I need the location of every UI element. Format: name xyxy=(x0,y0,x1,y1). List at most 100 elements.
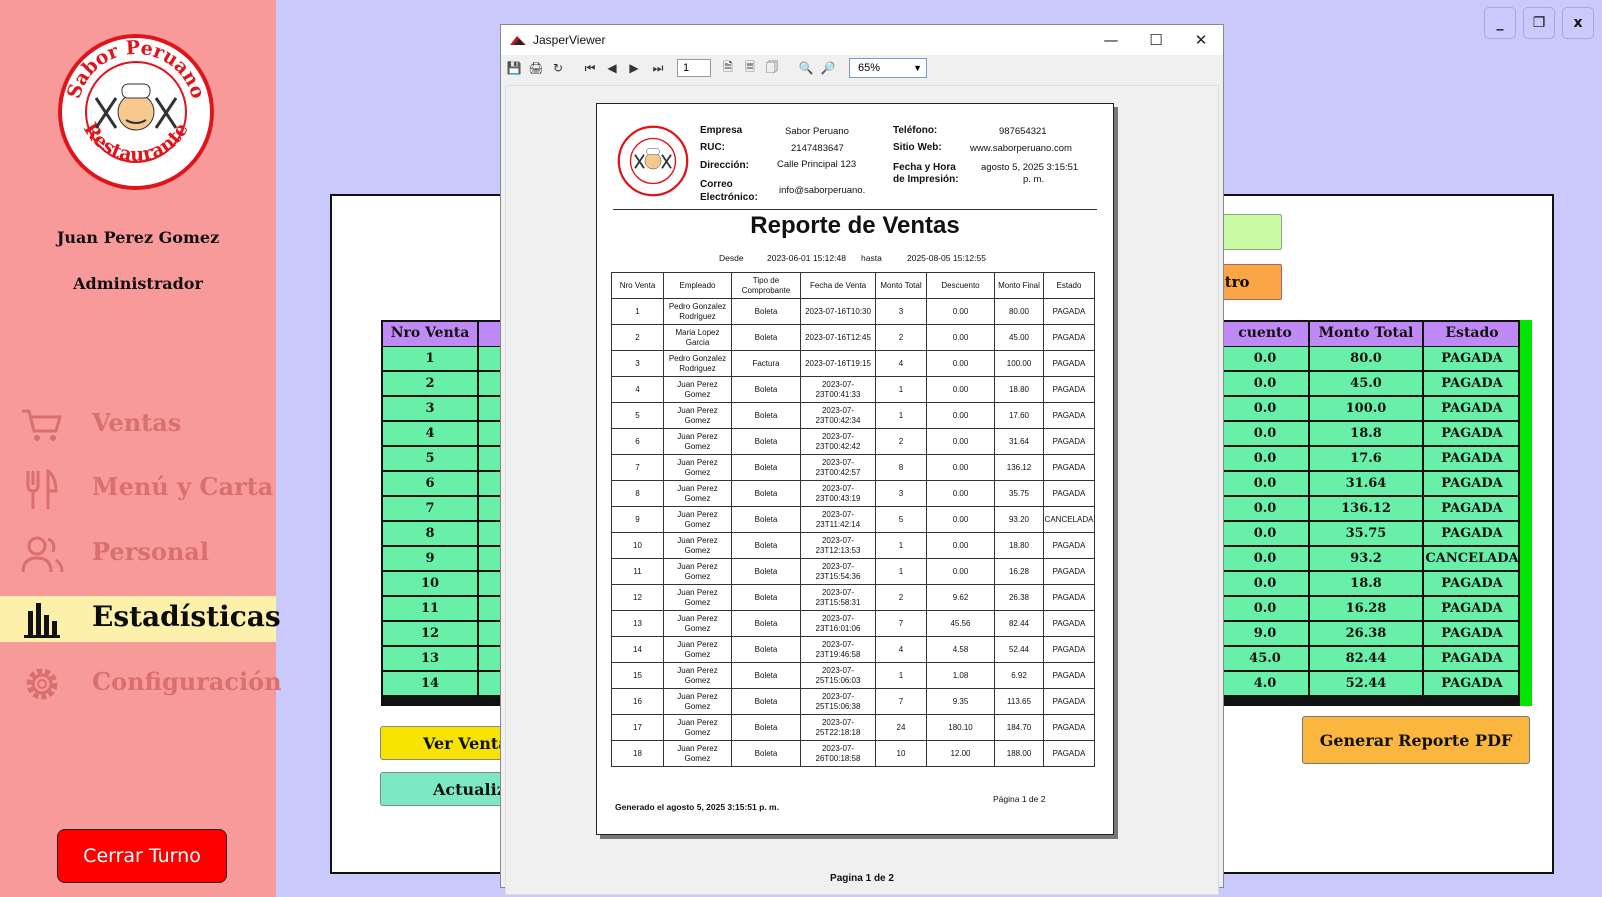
jasper-maximize-button[interactable]: ☐ xyxy=(1136,29,1176,51)
table-cell-nro-venta[interactable]: 2 xyxy=(383,372,477,395)
table-cell[interactable]: 93.2 xyxy=(1310,547,1422,570)
table-cell[interactable]: 0.0 xyxy=(1222,447,1308,470)
table-cell[interactable]: CANCELADA xyxy=(1424,547,1520,570)
table-cell[interactable]: PAGADA xyxy=(1424,497,1520,520)
table-cell[interactable]: 18.8 xyxy=(1310,572,1422,595)
table-cell[interactable]: 0.0 xyxy=(1222,547,1308,570)
table-cell[interactable]: PAGADA xyxy=(1424,672,1520,695)
table-header-cell[interactable]: cuento Total xyxy=(1222,322,1308,364)
table-cell[interactable]: 9.0 xyxy=(1222,622,1308,645)
table-cell[interactable]: 136.12 xyxy=(1310,497,1422,520)
previous-page-icon[interactable]: ◀ xyxy=(603,59,621,77)
zoom-out-icon[interactable]: 🔎 xyxy=(819,59,837,77)
table-cell-nro-venta[interactable]: 1 xyxy=(383,347,477,370)
table-cell[interactable]: PAGADA xyxy=(1424,397,1520,420)
fit-width-icon[interactable]: 🗍 xyxy=(763,59,781,77)
jasper-close-button[interactable]: ✕ xyxy=(1181,29,1221,51)
zoom-select[interactable]: 65% ▼ xyxy=(849,58,927,78)
table-cell-nro-venta[interactable]: 7 xyxy=(383,497,477,520)
table-scrollbar[interactable] xyxy=(1518,320,1532,706)
table-cell[interactable]: PAGADA xyxy=(1424,647,1520,670)
table-cell[interactable]: PAGADA xyxy=(1424,372,1520,395)
table-cell-nro-venta[interactable]: 13 xyxy=(383,647,477,670)
table-cell[interactable]: 45.0 xyxy=(1222,647,1308,670)
last-page-icon[interactable]: ⏭ xyxy=(649,59,667,77)
table-cell[interactable]: PAGADA xyxy=(1424,422,1520,445)
nav-item-estadisticas[interactable]: Estadísticas xyxy=(0,596,281,642)
reload-icon[interactable]: ↻ xyxy=(549,59,567,77)
table-cell[interactable]: 0.0 xyxy=(1222,397,1308,420)
next-page-icon[interactable]: ▶ xyxy=(625,59,643,77)
print-icon[interactable]: 🖨 xyxy=(527,59,545,77)
table-cell-nro-venta[interactable]: 8 xyxy=(383,522,477,545)
table-cell-nro-venta[interactable]: 14 xyxy=(383,672,477,695)
zoom-in-icon[interactable]: 🔍 xyxy=(797,59,815,77)
table-cell-nro-venta[interactable]: 10 xyxy=(383,572,477,595)
table-cell[interactable]: PAGADA xyxy=(1424,572,1520,595)
table-cell[interactable]: 4.0 xyxy=(1222,672,1308,695)
ver-venta-button[interactable]: Ver Venta xyxy=(380,726,510,760)
table-cell-nro-venta[interactable]: 12 xyxy=(383,622,477,645)
nav-item-menu[interactable]: Menú y Carta xyxy=(0,466,276,512)
sales-table-right[interactable]: cuento TotalMonto TotalEstado0.080.0PAGA… xyxy=(1222,320,1532,706)
table-cell[interactable]: 31.64 xyxy=(1310,472,1422,495)
jasper-minimize-button[interactable]: — xyxy=(1091,29,1131,51)
table-cell[interactable]: PAGADA xyxy=(1424,522,1520,545)
table-cell[interactable]: 45.0 xyxy=(1310,372,1422,395)
table-cell[interactable]: 0.0 xyxy=(1222,572,1308,595)
table-cell[interactable]: PAGADA xyxy=(1424,347,1520,370)
save-icon[interactable]: 💾 xyxy=(505,59,523,77)
table-cell-nro-venta[interactable]: 4 xyxy=(383,422,477,445)
nav-item-configuracion[interactable]: Configuración xyxy=(0,661,282,707)
table-cell[interactable]: 52.44 xyxy=(1310,672,1422,695)
logout-button[interactable]: Cerrar Turno xyxy=(57,829,227,883)
table-cell[interactable]: PAGADA xyxy=(1424,447,1520,470)
table-header-cell[interactable]: Monto Total xyxy=(1310,322,1422,346)
report-cell: Juan Perez Gomez xyxy=(663,610,732,637)
table-cell[interactable]: PAGADA xyxy=(1424,597,1520,620)
table-cell[interactable]: 17.6 xyxy=(1310,447,1422,470)
first-page-icon[interactable]: ⏮ xyxy=(581,59,599,77)
fit-page-icon[interactable]: 🗏 xyxy=(741,59,759,77)
table-cell-nro-venta[interactable]: 3 xyxy=(383,397,477,420)
table-cell[interactable]: 16.28 xyxy=(1310,597,1422,620)
report-cell: 2023-07-23T00:43:19 xyxy=(800,480,876,507)
table-cell[interactable]: 35.75 xyxy=(1310,522,1422,545)
report-row: 13 Juan Perez Gomez Boleta 2023-07-23T16:01… xyxy=(611,610,1095,637)
close-button[interactable]: x xyxy=(1562,7,1594,39)
nav-item-personal[interactable]: Personal xyxy=(0,531,276,577)
table-cell[interactable]: 0.0 xyxy=(1222,522,1308,545)
actualizar-button[interactable]: Actualiz xyxy=(380,772,510,806)
report-cell: Boleta xyxy=(731,480,801,507)
table-cell[interactable]: PAGADA xyxy=(1424,472,1520,495)
actual-size-icon[interactable]: 🗎 xyxy=(719,59,737,77)
table-cell-nro-venta[interactable]: 9 xyxy=(383,547,477,570)
nav-item-ventas[interactable]: Ventas xyxy=(0,402,276,448)
table-cell[interactable]: 100.0 xyxy=(1310,397,1422,420)
report-cell: 4 xyxy=(875,636,927,663)
filter-input-button[interactable] xyxy=(1218,214,1282,250)
report-row: 14 Juan Perez Gomez Boleta 2023-07-23T19:46… xyxy=(611,636,1095,663)
table-cell[interactable]: 0.0 xyxy=(1222,422,1308,445)
generate-pdf-button[interactable]: Generar Reporte PDF xyxy=(1302,716,1530,764)
filter-button[interactable]: ltro xyxy=(1218,264,1282,300)
table-cell[interactable]: PAGADA xyxy=(1424,622,1520,645)
table-cell[interactable]: 0.0 xyxy=(1222,597,1308,620)
table-cell-nro-venta[interactable]: 5 xyxy=(383,447,477,470)
page-number-input[interactable]: 1 xyxy=(677,59,711,77)
maximize-button[interactable]: ❐ xyxy=(1523,7,1555,39)
minimize-button[interactable]: _ xyxy=(1484,7,1516,39)
table-cell[interactable]: 0.0 xyxy=(1222,472,1308,495)
table-cell-nro-venta[interactable]: 6 xyxy=(383,472,477,495)
table-header-nro-venta[interactable]: Nro Venta xyxy=(383,322,477,346)
table-cell[interactable]: 0.0 xyxy=(1222,347,1308,370)
table-cell[interactable]: 80.0 xyxy=(1310,347,1422,370)
report-cell: 2023-07-23T15:58:31 xyxy=(800,584,876,611)
table-cell-nro-venta[interactable]: 11 xyxy=(383,597,477,620)
table-cell[interactable]: 0.0 xyxy=(1222,497,1308,520)
table-cell[interactable]: 26.38 xyxy=(1310,622,1422,645)
table-header-cell[interactable]: Estado xyxy=(1424,322,1520,346)
table-cell[interactable]: 18.8 xyxy=(1310,422,1422,445)
table-cell[interactable]: 0.0 xyxy=(1222,372,1308,395)
table-cell[interactable]: 82.44 xyxy=(1310,647,1422,670)
